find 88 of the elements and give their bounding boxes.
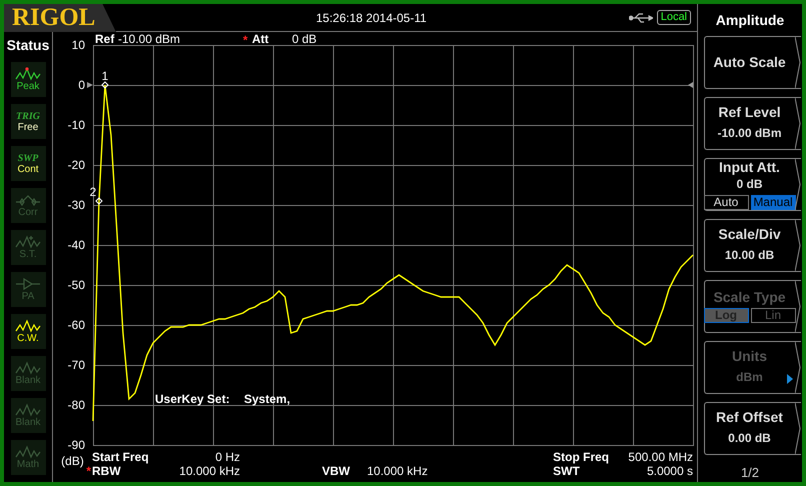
userkey-label: UserKey Set: — [155, 392, 230, 406]
asterisk-text: * — [243, 33, 248, 47]
reference-marker-icon — [688, 82, 693, 88]
menu-title: Amplitude — [716, 11, 784, 30]
axis-tick-label: -30 — [68, 198, 85, 212]
softkey-label: Input Att. — [719, 158, 780, 176]
axis-unit-label: (dB) — [60, 454, 85, 468]
option-toggle[interactable]: Auto — [704, 194, 748, 210]
axis-tick-label: -80 — [68, 398, 85, 412]
userkey-value: System, — [244, 392, 290, 406]
stop-frequency-value: 500.00 MHz — [627, 450, 693, 464]
status-indicator[interactable]: Blank — [10, 356, 46, 391]
softkey-button[interactable]: Auto Scale — [704, 36, 800, 89]
axis-tick-label: 0 — [78, 78, 85, 92]
softkey-value: dBm — [736, 369, 763, 386]
axis-tick-label: -70 — [68, 358, 85, 372]
attenuation-value: 0 dB — [292, 32, 317, 46]
softkey-label: Ref Level — [718, 104, 781, 122]
chevron-icon — [794, 36, 800, 89]
wave-icon — [15, 361, 41, 375]
softkey-button[interactable]: Ref Level -10.00 dBm — [704, 96, 800, 150]
start-frequency-label: Start Freq — [92, 450, 150, 464]
status-indicator[interactable]: Math — [10, 440, 46, 475]
chevron-icon — [794, 280, 800, 333]
marker-label: 2 — [90, 185, 96, 199]
axis-tick-label: -20 — [68, 158, 85, 172]
softkey-label: Scale Type — [713, 289, 786, 306]
usb-icon — [628, 12, 653, 22]
axis-tick-label: -40 — [68, 238, 85, 252]
softkey-value: 0.00 dB — [728, 430, 771, 448]
softkey-label: Auto Scale — [713, 54, 786, 71]
start-frequency-value: 0 Hz — [214, 450, 240, 464]
status-indicator[interactable]: S.T. — [10, 230, 46, 265]
softkey-label: Ref Offset — [716, 409, 783, 426]
chevron-icon — [794, 340, 800, 394]
status-indicator[interactable]: PA — [10, 272, 46, 307]
local-status: Local — [656, 10, 691, 25]
axis-tick-label: -60 — [68, 318, 85, 332]
correction-icon — [15, 193, 41, 207]
softkey-value: -10.00 dBm — [717, 125, 782, 142]
submenu-arrow-icon — [786, 374, 792, 384]
sweep-time-value: 5.0000 s — [646, 464, 693, 478]
softkey-button[interactable]: Ref Offset 0.00 dB — [704, 402, 800, 455]
status-indicator[interactable]: SWP Cont — [10, 146, 46, 181]
option-toggle[interactable]: Manual — [750, 194, 796, 210]
axis-tick-label: -10 — [68, 118, 85, 132]
sweep-time-label: SWT — [553, 464, 581, 478]
softkey-button[interactable]: Scale/Div 10.00 dB — [704, 218, 800, 272]
vbw-label: VBW — [322, 464, 351, 478]
reference-level-label: Ref — [95, 32, 114, 46]
vbw-value: 10.000 kHz — [367, 464, 429, 478]
stop-frequency-label: Stop Freq — [553, 450, 610, 464]
wave-icon — [15, 445, 41, 459]
chevron-icon — [794, 158, 800, 211]
wave-icon — [15, 67, 41, 81]
date-time: 15:26:18 2014-05-11 — [316, 10, 427, 26]
softkey-value: 10.00 dB — [724, 247, 774, 264]
chevron-icon — [794, 218, 800, 272]
status-indicator[interactable]: TRIG Free — [10, 104, 46, 139]
axis-tick-label: 10 — [72, 38, 85, 52]
softkey-value: 0 dB — [736, 176, 762, 193]
axis-tick-label: -50 — [68, 278, 85, 292]
softkey-label: Scale/Div — [718, 226, 781, 244]
marker-label: 1 — [102, 69, 108, 83]
logo: RIGOL — [4, 4, 116, 32]
asterisk-text: * — [86, 464, 92, 478]
reference-level-value: -10.00 dBm — [118, 32, 180, 46]
amplifier-icon — [15, 277, 41, 291]
wave-icon — [15, 235, 41, 249]
status-title: Status — [6, 36, 50, 55]
status-indicator[interactable]: Corr — [10, 188, 46, 223]
reference-marker-icon — [87, 82, 93, 88]
softkey-button[interactable]: Input Att. 0 dB Auto Manual — [704, 158, 800, 211]
rbw-label: RBW — [92, 464, 122, 478]
attenuation-label: Att — [252, 32, 269, 46]
softkey-label: Units — [732, 348, 767, 366]
rbw-value: 10.000 kHz — [178, 464, 240, 478]
marker-icon — [95, 197, 103, 205]
chevron-icon — [794, 402, 800, 455]
wave-icon — [15, 319, 41, 333]
status-indicator[interactable]: C.W. — [10, 314, 46, 349]
chevron-icon — [794, 96, 800, 150]
marker-icon — [101, 81, 109, 89]
status-indicator[interactable]: Peak — [10, 62, 46, 97]
page-indicator: 1/2 — [740, 464, 760, 482]
status-indicator[interactable]: Blank — [10, 398, 46, 433]
axis-tick-label: -90 — [68, 438, 85, 450]
wave-icon — [15, 403, 41, 417]
